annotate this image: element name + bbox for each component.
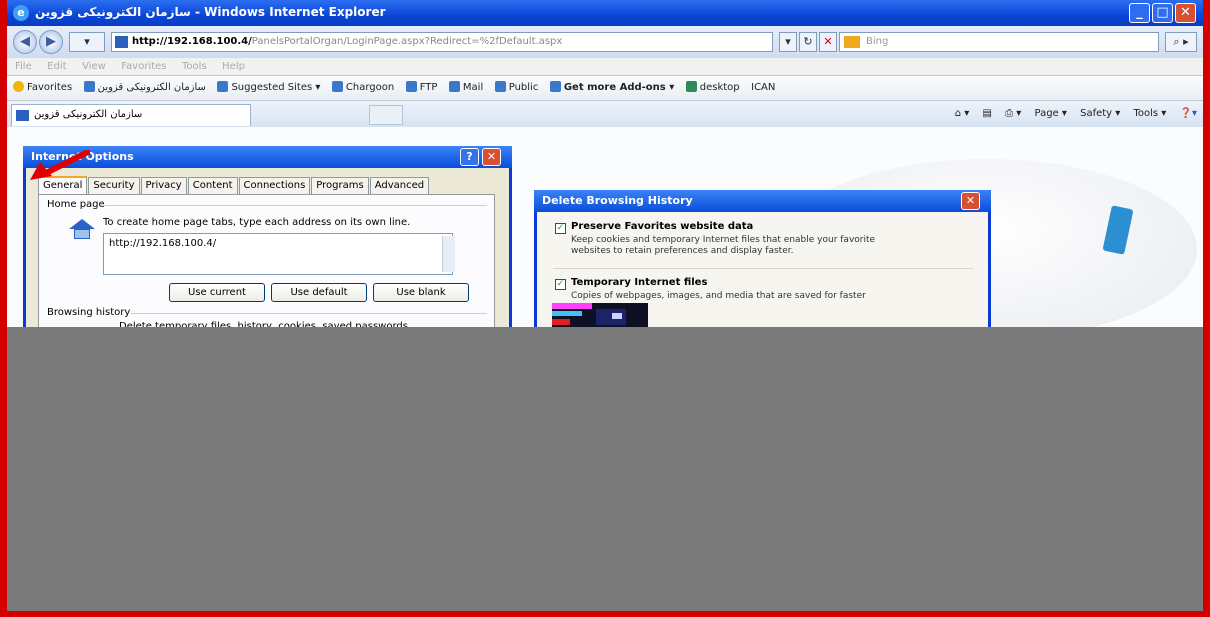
screenshot-frame: [0, 0, 1210, 617]
